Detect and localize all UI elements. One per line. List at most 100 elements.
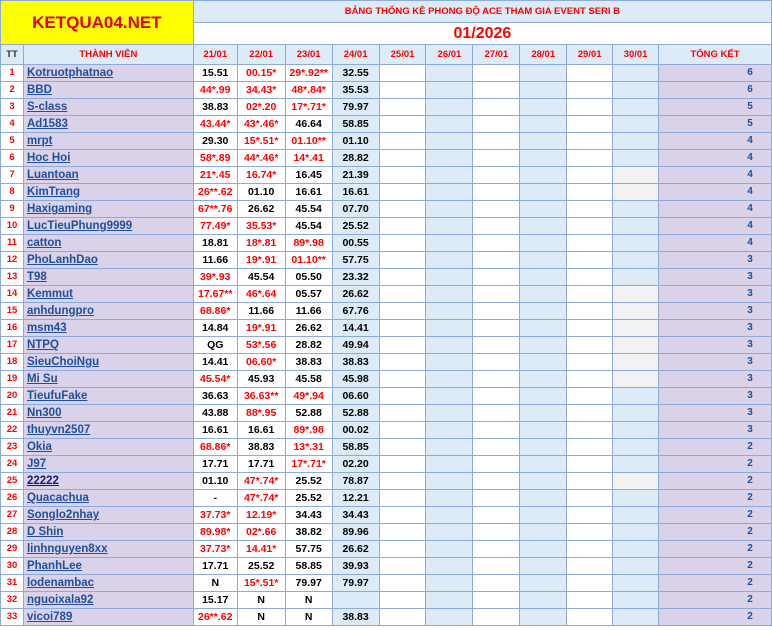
empty-cell — [519, 183, 568, 201]
total-cell: 6 — [658, 64, 772, 82]
member-link[interactable]: vicoi789 — [27, 611, 72, 623]
empty-cell — [472, 319, 521, 337]
total-cell: 2 — [658, 557, 772, 575]
empty-cell — [425, 489, 474, 507]
member-link[interactable]: msm43 — [27, 322, 67, 334]
member-link[interactable]: mrpt — [27, 135, 53, 147]
empty-cell — [566, 608, 614, 626]
score-cell: 35.53 — [331, 81, 380, 99]
table-row: 3 S-class 38.83 02*.20 17*.71* 79.97 5 — [0, 98, 772, 116]
score-cell: 00.55 — [331, 234, 380, 252]
score-cell: 17.71 — [192, 557, 238, 575]
member-link[interactable]: lodenambac — [27, 577, 94, 589]
member-link[interactable]: Kotruotphatnao — [27, 67, 113, 79]
member-link[interactable]: KimTrang — [27, 186, 80, 198]
score-cell: 47*.74* — [236, 489, 286, 507]
col-header-date: 25/01 — [378, 44, 427, 65]
member-link[interactable]: PhanhLee — [27, 560, 82, 572]
empty-cell — [425, 149, 474, 167]
member-link[interactable]: TieufuFake — [27, 390, 88, 402]
empty-cell — [612, 302, 660, 320]
member-link[interactable]: thuyvn2507 — [27, 424, 90, 436]
member-link[interactable]: LucTieuPhung9999 — [27, 220, 132, 232]
member-link[interactable]: Okia — [27, 441, 52, 453]
empty-cell — [378, 421, 427, 439]
member-link[interactable]: anhdungpro — [27, 305, 94, 317]
empty-cell — [378, 302, 427, 320]
member-link[interactable]: nguoixala92 — [27, 594, 93, 606]
member-link[interactable]: Kemmut — [27, 288, 73, 300]
row-number: 10 — [0, 217, 24, 235]
total-cell: 5 — [658, 98, 772, 116]
empty-cell — [519, 455, 568, 473]
member-link[interactable]: S-class — [27, 101, 67, 113]
empty-cell — [519, 149, 568, 167]
empty-cell — [612, 438, 660, 456]
empty-cell — [472, 98, 521, 116]
member-link[interactable]: Nn300 — [27, 407, 62, 419]
empty-cell — [612, 574, 660, 592]
empty-cell — [566, 285, 614, 303]
empty-cell — [519, 370, 568, 388]
empty-cell — [612, 251, 660, 269]
score-cell: 01.10** — [284, 132, 333, 150]
member-link[interactable]: linhnguyen8xx — [27, 543, 108, 555]
row-number: 30 — [0, 557, 24, 575]
empty-cell — [566, 217, 614, 235]
score-cell: 58.85 — [284, 557, 333, 575]
member-link[interactable]: SieuChoiNgu — [27, 356, 99, 368]
col-header-date: 24/01 — [331, 44, 380, 65]
site-logo[interactable]: KETQUA04.NET — [0, 0, 194, 45]
empty-cell — [566, 472, 614, 490]
member-link[interactable]: Hoc Hoi — [27, 152, 70, 164]
score-cell: 25.52 — [236, 557, 286, 575]
total-cell: 3 — [658, 251, 772, 269]
score-cell: 02*.66 — [236, 523, 286, 541]
score-cell: 19*.91 — [236, 319, 286, 337]
member-link[interactable]: Haxigaming — [27, 203, 92, 215]
member-link[interactable]: 22222 — [27, 475, 59, 487]
member-link[interactable]: Luantoan — [27, 169, 79, 181]
row-number: 29 — [0, 540, 24, 558]
score-cell: 43.88 — [192, 404, 238, 422]
empty-cell — [612, 472, 660, 490]
score-cell: 00.15* — [236, 64, 286, 82]
score-cell: 79.97 — [331, 574, 380, 592]
member-link[interactable]: PhoLanhDao — [27, 254, 98, 266]
row-number: 2 — [0, 81, 24, 99]
member-link[interactable]: T98 — [27, 271, 47, 283]
member-link[interactable]: NTPQ — [27, 339, 59, 351]
empty-cell — [472, 404, 521, 422]
empty-cell — [425, 251, 474, 269]
member-link[interactable]: Quacachua — [27, 492, 89, 504]
total-cell: 4 — [658, 183, 772, 201]
score-cell: 18*.81 — [236, 234, 286, 252]
member-link[interactable]: BBD — [27, 84, 52, 96]
empty-cell — [519, 98, 568, 116]
member-link[interactable]: catton — [27, 237, 62, 249]
empty-cell — [472, 166, 521, 184]
member-link[interactable]: Mi Su — [27, 373, 58, 385]
empty-cell — [378, 523, 427, 541]
total-cell: 2 — [658, 489, 772, 507]
empty-cell — [566, 200, 614, 218]
table-row: 7 Luantoan 21*.45 16.74* 16.45 21.39 4 — [0, 166, 772, 184]
empty-cell — [472, 115, 521, 133]
col-header-date: 30/01 — [612, 44, 660, 65]
score-cell: N — [284, 608, 333, 626]
member-link[interactable]: Songlo2nhay — [27, 509, 99, 521]
member-name-cell: Luantoan — [22, 166, 194, 184]
member-name-cell: msm43 — [22, 319, 194, 337]
member-link[interactable]: J97 — [27, 458, 46, 470]
score-cell: 53*.56 — [236, 336, 286, 354]
empty-cell — [566, 302, 614, 320]
row-number: 5 — [0, 132, 24, 150]
total-cell: 6 — [658, 81, 772, 99]
score-cell: N — [284, 591, 333, 609]
member-name-cell: anhdungpro — [22, 302, 194, 320]
empty-cell — [378, 285, 427, 303]
member-name-cell: Hoc Hoi — [22, 149, 194, 167]
empty-cell — [425, 438, 474, 456]
member-link[interactable]: D Shin — [27, 526, 63, 538]
member-link[interactable]: Ad1583 — [27, 118, 68, 130]
